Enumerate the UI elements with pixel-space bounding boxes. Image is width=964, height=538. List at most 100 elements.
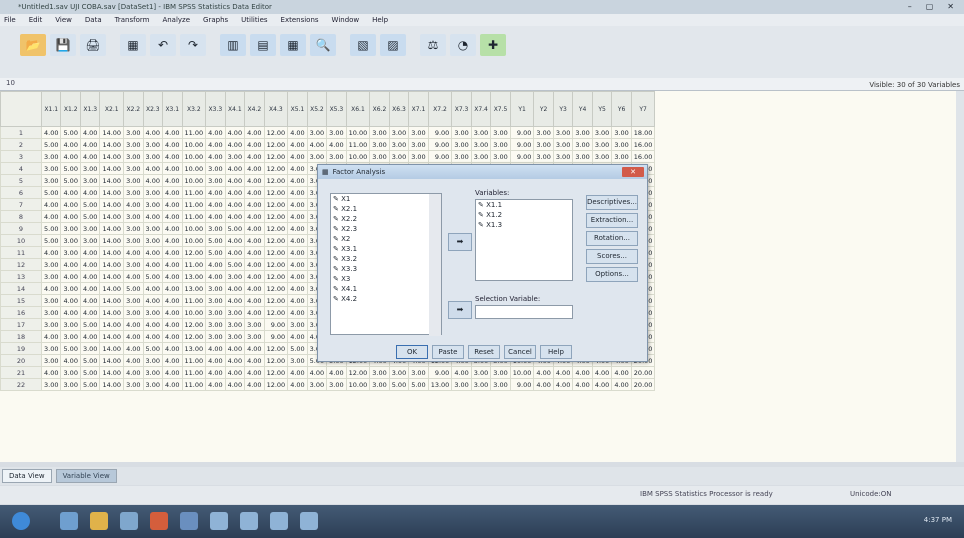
- column-header[interactable]: X4.3: [263, 91, 289, 127]
- menu-item[interactable]: Analyze: [162, 16, 190, 24]
- close-icon[interactable]: ✕: [947, 2, 954, 11]
- source-variable-item[interactable]: ✎ X2.1: [331, 204, 441, 214]
- data-cell[interactable]: 3.00: [369, 366, 390, 379]
- row-number[interactable]: 13: [0, 270, 42, 283]
- minimize-icon[interactable]: –: [908, 2, 912, 11]
- data-cell[interactable]: 12.00: [263, 198, 289, 211]
- row-number[interactable]: 11: [0, 246, 42, 259]
- data-cell[interactable]: 11.00: [181, 258, 207, 271]
- data-cell[interactable]: 4.00: [244, 162, 265, 175]
- data-cell[interactable]: 3.00: [79, 234, 101, 247]
- data-cell[interactable]: 4.00: [244, 342, 265, 355]
- data-cell[interactable]: 4.00: [162, 318, 183, 331]
- data-cell[interactable]: 5.00: [205, 246, 226, 259]
- row-number[interactable]: 19: [0, 342, 42, 355]
- row-number[interactable]: 12: [0, 258, 42, 271]
- menu-item[interactable]: Extensions: [281, 16, 319, 24]
- row-number[interactable]: 17: [0, 318, 42, 331]
- menu-item[interactable]: Help: [372, 16, 388, 24]
- data-cell[interactable]: 4.00: [244, 294, 265, 307]
- undo-icon[interactable]: ↶: [150, 34, 176, 56]
- data-cell[interactable]: 3.00: [451, 378, 472, 391]
- column-header[interactable]: X1.3: [79, 91, 101, 127]
- menu-item[interactable]: File: [4, 16, 16, 24]
- data-cell[interactable]: 3.00: [306, 150, 328, 163]
- data-cell[interactable]: 11.00: [181, 210, 207, 223]
- data-cell[interactable]: 4.00: [244, 126, 265, 139]
- data-cell[interactable]: 12.00: [263, 366, 289, 379]
- data-cell[interactable]: 3.00: [611, 138, 632, 151]
- data-cell[interactable]: 14.00: [99, 306, 125, 319]
- data-cell[interactable]: 3.00: [205, 174, 226, 187]
- data-cell[interactable]: 4.00: [287, 366, 308, 379]
- data-cell[interactable]: 3.00: [123, 222, 144, 235]
- data-cell[interactable]: 3.00: [490, 366, 511, 379]
- data-cell[interactable]: 10.00: [181, 162, 207, 175]
- spss-icon[interactable]: [270, 512, 288, 530]
- data-cell[interactable]: 4.00: [205, 270, 226, 283]
- data-cell[interactable]: 3.00: [60, 246, 81, 259]
- data-cell[interactable]: 4.00: [244, 270, 265, 283]
- data-cell[interactable]: 4.00: [224, 354, 246, 367]
- data-cell[interactable]: 11.00: [181, 186, 207, 199]
- data-cell[interactable]: 3.00: [369, 126, 390, 139]
- reset-button[interactable]: Reset: [468, 345, 500, 359]
- data-cell[interactable]: 3.00: [572, 138, 593, 151]
- data-cell[interactable]: 12.00: [263, 282, 289, 295]
- data-cell[interactable]: 4.00: [162, 138, 183, 151]
- data-cell[interactable]: 3.00: [205, 222, 226, 235]
- data-cell[interactable]: 3.00: [40, 342, 62, 355]
- column-header[interactable]: Y7: [630, 91, 656, 127]
- column-header[interactable]: Y5: [591, 91, 613, 127]
- data-cell[interactable]: 3.00: [205, 162, 226, 175]
- data-cell[interactable]: 3.00: [40, 294, 62, 307]
- data-cell[interactable]: 12.00: [181, 330, 207, 343]
- data-cell[interactable]: 4.00: [40, 366, 62, 379]
- data-cell[interactable]: 14.00: [99, 138, 125, 151]
- data-cell[interactable]: 4.00: [162, 366, 183, 379]
- data-cell[interactable]: 4.00: [60, 306, 81, 319]
- data-cell[interactable]: 3.00: [205, 318, 226, 331]
- data-cell[interactable]: 3.00: [142, 138, 164, 151]
- data-cell[interactable]: 3.00: [388, 150, 410, 163]
- data-cell[interactable]: 4.00: [79, 330, 101, 343]
- data-cell[interactable]: 3.00: [142, 222, 164, 235]
- column-header[interactable]: X2.3: [142, 91, 164, 127]
- data-cell[interactable]: 4.00: [162, 306, 183, 319]
- weight-cases-icon[interactable]: ◔: [450, 34, 476, 56]
- data-cell[interactable]: 3.00: [306, 378, 328, 391]
- data-cell[interactable]: 14.00: [99, 162, 125, 175]
- column-header[interactable]: X7.5: [490, 91, 511, 127]
- data-cell[interactable]: 4.00: [224, 210, 246, 223]
- data-cell[interactable]: 10.00: [345, 126, 371, 139]
- data-cell[interactable]: 4.00: [79, 138, 101, 151]
- data-cell[interactable]: 14.00: [99, 246, 125, 259]
- data-cell[interactable]: 4.00: [142, 282, 164, 295]
- data-cell[interactable]: 3.00: [408, 150, 429, 163]
- data-cell[interactable]: 4.00: [287, 162, 308, 175]
- data-cell[interactable]: 9.00: [509, 138, 535, 151]
- data-cell[interactable]: 3.00: [490, 378, 511, 391]
- data-cell[interactable]: 5.00: [60, 174, 81, 187]
- data-cell[interactable]: 5.00: [79, 366, 101, 379]
- data-cell[interactable]: 5.00: [40, 222, 62, 235]
- data-cell[interactable]: 4.00: [244, 246, 265, 259]
- data-cell[interactable]: 5.00: [123, 282, 144, 295]
- data-cell[interactable]: 3.00: [142, 150, 164, 163]
- row-number[interactable]: 1: [0, 126, 42, 139]
- data-cell[interactable]: 4.00: [142, 330, 164, 343]
- data-cell[interactable]: 4.00: [79, 150, 101, 163]
- data-cell[interactable]: 3.00: [40, 174, 62, 187]
- data-cell[interactable]: 4.00: [591, 366, 613, 379]
- data-cell[interactable]: 3.00: [123, 378, 144, 391]
- data-cell[interactable]: 9.00: [427, 138, 453, 151]
- data-cell[interactable]: 12.00: [263, 270, 289, 283]
- target-variable-item[interactable]: ✎ X1.3: [476, 220, 572, 230]
- data-cell[interactable]: 5.00: [60, 126, 81, 139]
- data-cell[interactable]: 4.00: [244, 378, 265, 391]
- data-cell[interactable]: 4.00: [123, 366, 144, 379]
- data-cell[interactable]: 4.00: [205, 366, 226, 379]
- data-cell[interactable]: 4.00: [287, 150, 308, 163]
- word-icon[interactable]: [210, 512, 228, 530]
- data-cell[interactable]: 4.00: [224, 186, 246, 199]
